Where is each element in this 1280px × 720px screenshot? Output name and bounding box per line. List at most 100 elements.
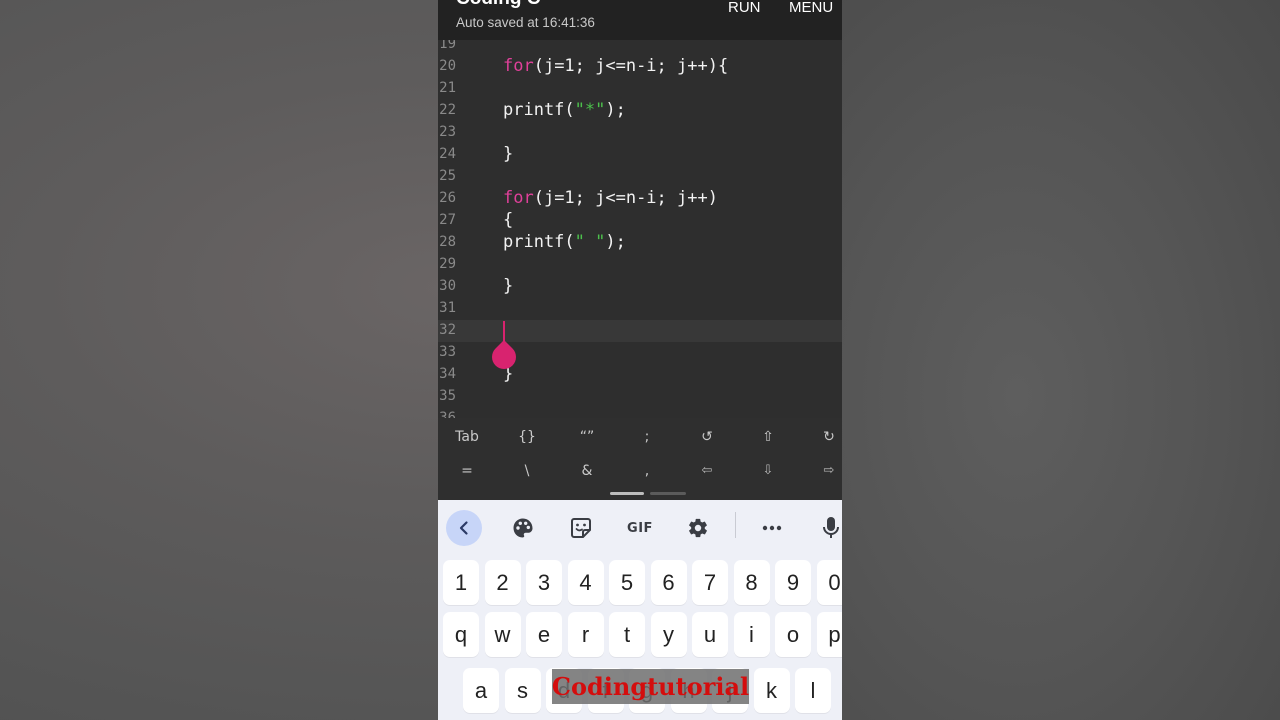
line-number: 35 [439,388,456,404]
key-t[interactable]: t [609,612,645,657]
line-number: 23 [439,124,456,140]
phone-screen: Coding C Auto saved at 16:41:36 RUN MENU… [438,0,842,720]
palette-icon[interactable] [505,510,541,546]
autosave-status: Auto saved at 16:41:36 [456,15,595,30]
line-number: 34 [439,366,456,382]
key-7[interactable]: 7 [692,560,728,605]
line-number: 36 [439,410,456,418]
undo-key[interactable]: ↺ [682,429,732,445]
page-indicator-active [610,492,644,495]
arrow-right-key[interactable]: ⇨ [804,463,842,478]
code-line-19[interactable]: 19 [438,40,842,56]
line-number: 27 [439,212,456,228]
gif-icon[interactable]: GIF [622,510,658,546]
ampersand-key[interactable]: & [562,463,612,479]
tab-key[interactable]: Tab [442,429,492,445]
code-line-21[interactable]: 21 [438,78,842,100]
app-title: Coding C [456,0,540,10]
code-token: } [503,276,514,296]
gif-label: GIF [627,520,653,536]
key-0[interactable]: 0 [816,560,842,605]
key-8[interactable]: 8 [733,560,770,605]
code-line-30[interactable]: 30} [438,276,842,298]
key-9[interactable]: 9 [775,560,811,605]
key-p[interactable]: p [816,612,842,657]
key-5[interactable]: 5 [609,560,645,605]
line-number: 25 [439,168,456,184]
key-o[interactable]: o [775,612,811,657]
code-text: for(j=1; j<=n-i; j++) [503,188,718,208]
key-6[interactable]: 6 [650,560,687,605]
code-line-20[interactable]: 20 for(j=1; j<=n-i; j++){ [438,56,842,78]
comma-key[interactable]: , [622,463,672,479]
code-line-36[interactable]: 36 [438,408,842,418]
key-s[interactable]: s [504,668,541,713]
key-l[interactable]: l [795,668,831,713]
key-e[interactable]: e [526,612,562,657]
code-line-22[interactable]: 22 printf("*"); [438,100,842,122]
key-r[interactable]: r [567,612,604,657]
code-line-27[interactable]: 27 { [438,210,842,232]
code-text: for(j=1; j<=n-i; j++){ [503,56,728,76]
extra-keys-bar: Tab {} “”; ↺ ⇧ ↻ = \ &, ⇦ ⇩ ⇨ [438,418,842,500]
code-line-24[interactable]: 24} [438,144,842,166]
semicolon-key[interactable]: ; [622,429,672,445]
sticker-icon[interactable] [563,510,599,546]
code-token: (j=1; j<=n-i; j++){ [533,56,729,76]
key-4[interactable]: 4 [567,560,604,605]
page-indicator-inactive [650,492,686,495]
app-bar: Coding C Auto saved at 16:41:36 RUN MENU [438,0,842,40]
line-number: 29 [439,256,456,272]
equals-key[interactable]: = [442,463,492,479]
key-w[interactable]: w [484,612,521,657]
run-button[interactable]: RUN [728,0,761,16]
code-line-28[interactable]: 28 printf(" "); [438,232,842,254]
line-number: 20 [439,58,456,74]
code-text: } [503,276,513,296]
more-icon[interactable] [754,510,790,546]
braces-key[interactable]: {} [502,429,552,445]
line-number: 24 [439,146,456,162]
gear-icon[interactable] [680,510,716,546]
quotes-key[interactable]: “” [562,429,612,445]
code-line-23[interactable]: 23 [438,122,842,144]
code-line-31[interactable]: 31 [438,298,842,320]
string-token: "*" [574,100,606,120]
line-number: 28 [439,234,456,250]
background-right [842,0,1280,720]
chevron-left-icon[interactable] [446,510,482,546]
mic-icon[interactable] [813,510,842,546]
key-y[interactable]: y [650,612,687,657]
line-number: 33 [439,344,456,360]
key-q[interactable]: q [443,612,479,657]
line-number: 22 [439,102,456,118]
code-line-29[interactable]: 29 [438,254,842,276]
code-editor[interactable]: 19 20 for(j=1; j<=n-i; j++){21 22 printf("*"… [438,40,842,418]
code-token: { [503,210,514,230]
key-u[interactable]: u [692,612,728,657]
arrow-up-key[interactable]: ⇧ [743,429,793,445]
code-line-25[interactable]: 25 [438,166,842,188]
line-number: 21 [439,80,456,96]
arrow-left-key[interactable]: ⇦ [682,463,732,478]
arrow-down-key[interactable]: ⇩ [743,463,793,478]
key-a[interactable]: a [463,668,499,713]
key-k[interactable]: k [753,668,790,713]
code-text: printf(" "); [503,232,626,252]
menu-button[interactable]: MENU [789,0,833,16]
code-token: ); [605,100,626,120]
key-i[interactable]: i [733,612,770,657]
code-text: printf("*"); [503,100,626,120]
code-line-32[interactable]: 32 [438,320,842,342]
line-number: 32 [439,322,456,338]
code-line-35[interactable]: 35 [438,386,842,408]
code-token: (j=1; j<=n-i; j++) [533,188,718,208]
backslash-key[interactable]: \ [502,463,552,479]
watermark-logo: Codingtutorial [552,669,749,704]
code-token: } [503,144,514,164]
key-2[interactable]: 2 [484,560,521,605]
code-line-26[interactable]: 26 for(j=1; j<=n-i; j++) [438,188,842,210]
redo-key[interactable]: ↻ [804,429,842,445]
key-1[interactable]: 1 [443,560,479,605]
key-3[interactable]: 3 [526,560,562,605]
